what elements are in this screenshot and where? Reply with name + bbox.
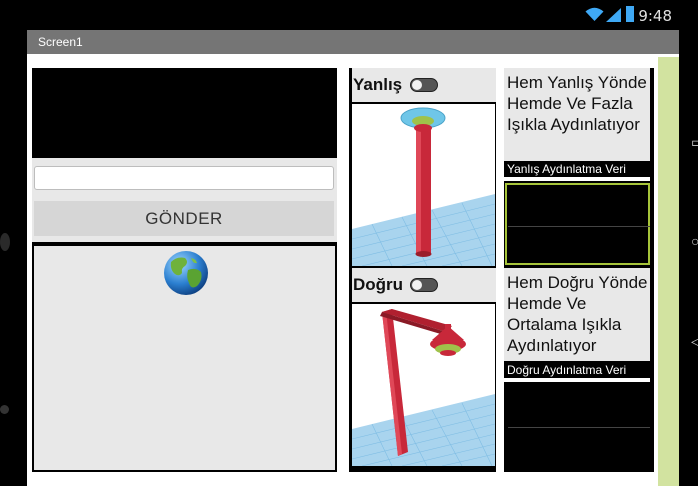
signal-icon bbox=[606, 8, 621, 22]
back-nav-icon[interactable]: ◁ bbox=[691, 333, 698, 350]
battery-icon bbox=[626, 6, 634, 22]
home-nav-icon[interactable]: ○ bbox=[691, 233, 698, 249]
wrong-switch-label: Yanlış bbox=[353, 75, 403, 94]
divider bbox=[504, 177, 650, 181]
right-data-caption: Doğru Aydınlatma Veri bbox=[504, 362, 653, 378]
title-bar bbox=[27, 30, 679, 54]
wrong-toggle[interactable] bbox=[410, 78, 438, 92]
right-toggle[interactable] bbox=[410, 278, 438, 292]
wrong-data-caption: Yanlış Aydınlatma Veri bbox=[504, 161, 653, 177]
send-button[interactable]: GÖNDER bbox=[34, 201, 334, 236]
wrong-description: Hem Yanlış Yönde Hemde Ve Fazla Işıkla A… bbox=[504, 68, 650, 161]
divider bbox=[504, 378, 650, 382]
right-lamp-image bbox=[352, 304, 495, 466]
toggle-knob bbox=[412, 80, 422, 90]
message-input[interactable] bbox=[34, 166, 334, 190]
data-separator bbox=[508, 427, 650, 428]
right-description: Hem Doğru Yönde Hemde Ve Ortalama Işıkla… bbox=[504, 268, 650, 361]
clock: 9:48 bbox=[638, 7, 672, 25]
device-edge bbox=[0, 405, 9, 414]
wrong-data-field[interactable] bbox=[505, 183, 650, 265]
screen-title: Screen1 bbox=[38, 35, 83, 49]
wifi-icon bbox=[585, 7, 604, 21]
recents-nav-icon[interactable]: ▭ bbox=[691, 134, 698, 151]
toggle-knob bbox=[412, 280, 422, 290]
right-switch-label: Doğru bbox=[353, 275, 404, 294]
wrong-lamp-image bbox=[352, 104, 495, 266]
device-edge bbox=[0, 233, 10, 251]
globe-icon[interactable] bbox=[163, 250, 209, 296]
data-separator bbox=[508, 226, 650, 227]
side-strip bbox=[658, 57, 679, 486]
